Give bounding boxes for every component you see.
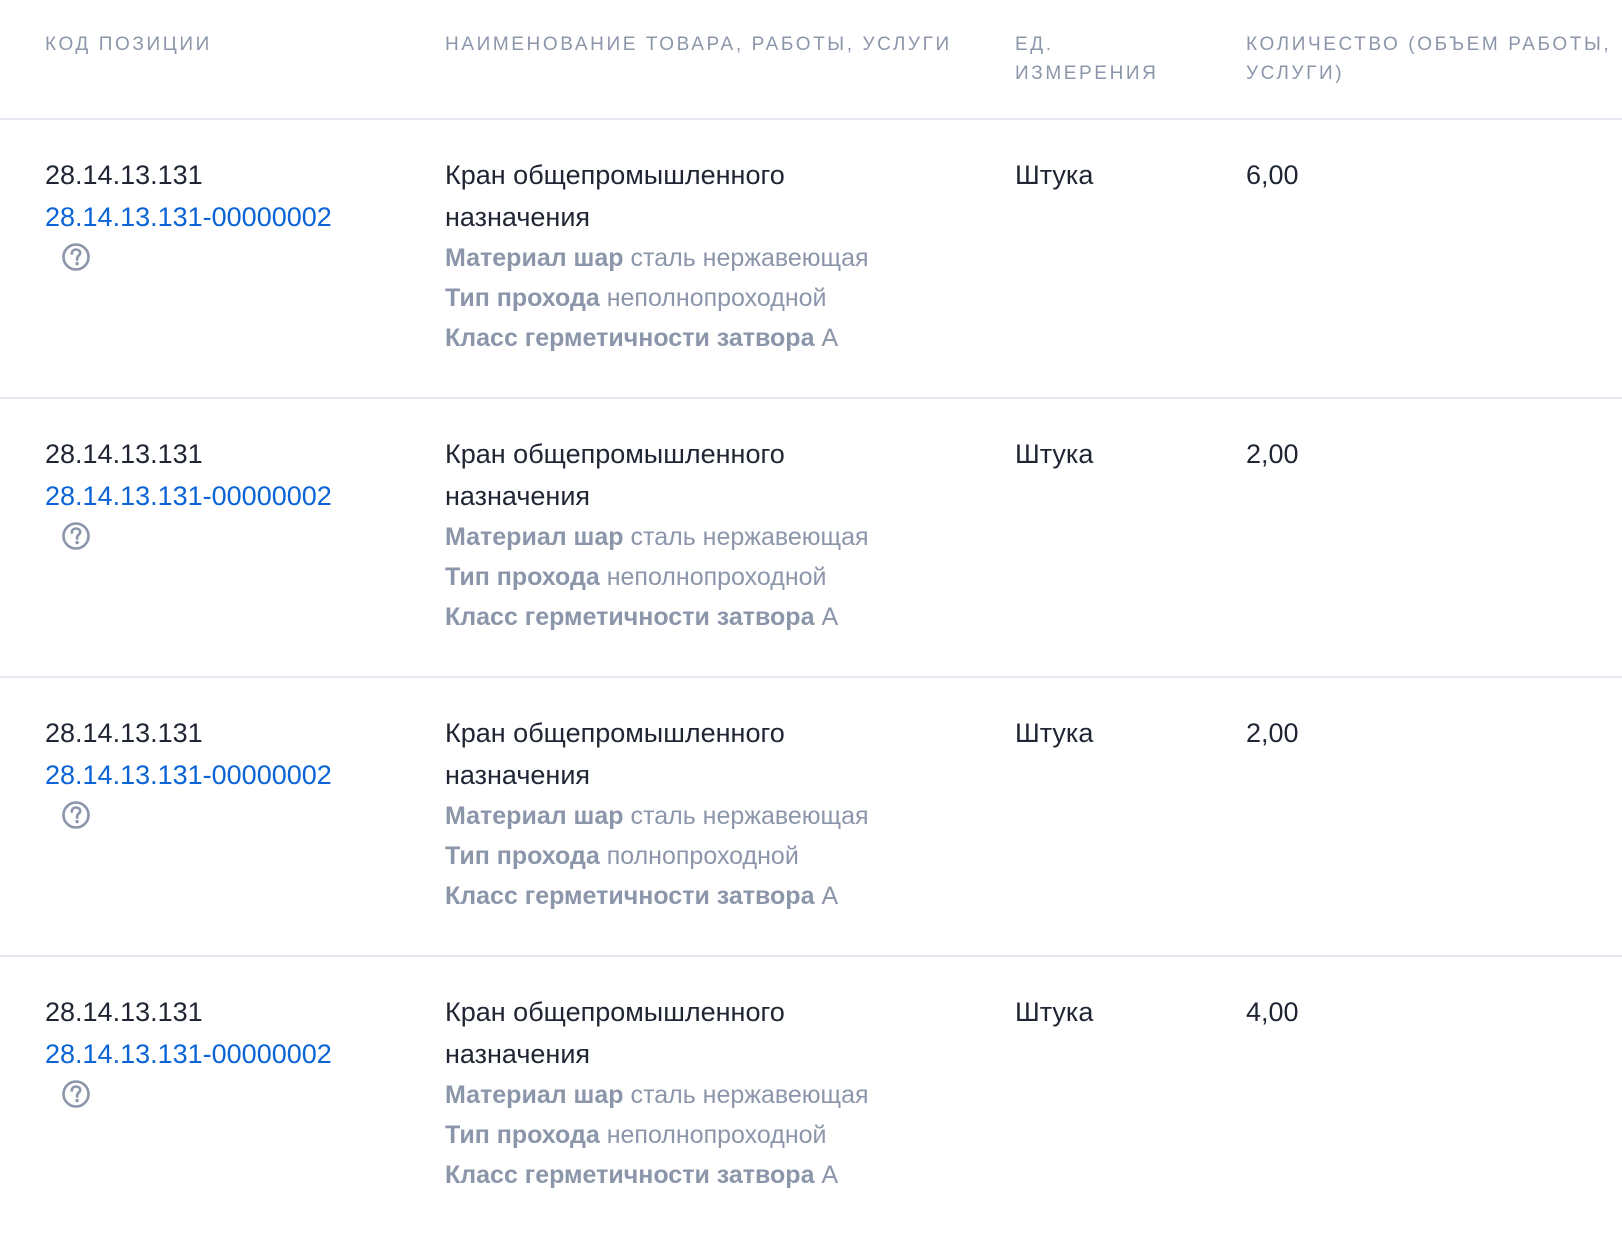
attribute-value: сталь нержавеющая [630,244,869,272]
item-name-line1: Кран общепромышленного [445,718,785,748]
item-name-line1: Кран общепромышленного [445,439,785,469]
ktru-code-link[interactable]: 28.14.13.131-00000002 [45,1033,425,1075]
attribute-label: Класс герметичности затвора [445,882,815,910]
attribute-value: сталь нержавеющая [630,523,869,551]
item-name-cell: Кран общепромышленного назначения Матери… [445,991,985,1195]
attribute-tightness-class: Класс герметичности затвора А [445,876,985,916]
unit-cell: Штука [1015,439,1094,469]
attribute-tightness-class: Класс герметичности затвора А [445,597,985,637]
attribute-bore-type: Тип прохода неполнопроходной [445,1115,985,1155]
quantity-cell: 2,00 [1246,718,1299,748]
ktru-code-link[interactable]: 28.14.13.131-00000002 [45,475,425,517]
position-code-cell: 28.14.13.131 28.14.13.131-00000002 [45,154,425,272]
item-name-cell: Кран общепромышленного назначения Матери… [445,154,985,358]
header-unit: ЕД. ИЗМЕРЕНИЯ [1015,30,1215,88]
header-unit-line1: ЕД. [1015,34,1054,55]
attribute-bore-type: Тип прохода неполнопроходной [445,278,985,318]
attribute-bore-type: Тип прохода полнопроходной [445,836,985,876]
attribute-value: сталь нержавеющая [630,1081,869,1109]
header-quantity-line1: КОЛИЧЕСТВО (ОБЪЕМ РАБОТЫ, [1246,34,1612,55]
attribute-tightness-class: Класс герметичности затвора А [445,318,985,358]
attribute-value: А [821,1161,839,1189]
attribute-label: Класс герметичности затвора [445,324,815,352]
attribute-label: Тип прохода [445,1121,600,1149]
item-name-cell: Кран общепромышленного назначения Матери… [445,433,985,637]
okpd-code: 28.14.13.131 [45,718,203,748]
table-header: КОД ПОЗИЦИИ НАИМЕНОВАНИЕ ТОВАРА, РАБОТЫ,… [0,0,1622,120]
header-unit-line2: ИЗМЕРЕНИЯ [1015,63,1159,84]
attribute-label: Материал шар [445,1081,624,1109]
question-circle-icon[interactable] [61,242,91,272]
attribute-value: неполнопроходной [606,563,827,591]
unit-cell: Штука [1015,718,1094,748]
item-name-line2: назначения [445,760,591,790]
attribute-value: полнопроходной [606,842,799,870]
ktru-code-link[interactable]: 28.14.13.131-00000002 [45,754,425,796]
positions-table: КОД ПОЗИЦИИ НАИМЕНОВАНИЕ ТОВАРА, РАБОТЫ,… [0,0,1622,1236]
attribute-bore-type: Тип прохода неполнопроходной [445,557,985,597]
attribute-value: А [821,603,839,631]
item-name-line2: назначения [445,481,591,511]
position-code-cell: 28.14.13.131 28.14.13.131-00000002 [45,712,425,830]
okpd-code: 28.14.13.131 [45,160,203,190]
attribute-label: Тип прохода [445,284,600,312]
header-quantity-line2: УСЛУГИ) [1246,63,1345,84]
attribute-label: Тип прохода [445,563,600,591]
question-circle-icon[interactable] [61,521,91,551]
position-code-cell: 28.14.13.131 28.14.13.131-00000002 [45,433,425,551]
attribute-ball-material: Материал шар сталь нержавеющая [445,517,985,557]
item-name-line1: Кран общепромышленного [445,997,785,1027]
attribute-ball-material: Материал шар сталь нержавеющая [445,1075,985,1115]
header-quantity: КОЛИЧЕСТВО (ОБЪЕМ РАБОТЫ, УСЛУГИ) [1246,30,1616,88]
attribute-value: А [821,882,839,910]
attribute-value: неполнопроходной [606,284,827,312]
table-row: 28.14.13.131 28.14.13.131-00000002 Кран … [0,957,1622,1236]
ktru-code-link[interactable]: 28.14.13.131-00000002 [45,196,425,238]
attribute-ball-material: Материал шар сталь нержавеющая [445,238,985,278]
table-row: 28.14.13.131 28.14.13.131-00000002 Кран … [0,120,1622,399]
quantity-cell: 4,00 [1246,997,1299,1027]
table-row: 28.14.13.131 28.14.13.131-00000002 Кран … [0,678,1622,957]
quantity-cell: 6,00 [1246,160,1299,190]
quantity-cell: 2,00 [1246,439,1299,469]
table-row: 28.14.13.131 28.14.13.131-00000002 Кран … [0,399,1622,678]
attribute-label: Материал шар [445,244,624,272]
attribute-value: неполнопроходной [606,1121,827,1149]
question-circle-icon[interactable] [61,1079,91,1109]
attribute-label: Материал шар [445,802,624,830]
item-name-line2: назначения [445,202,591,232]
item-name-cell: Кран общепромышленного назначения Матери… [445,712,985,916]
header-name: НАИМЕНОВАНИЕ ТОВАРА, РАБОТЫ, УСЛУГИ [445,34,952,55]
attribute-label: Класс герметичности затвора [445,1161,815,1189]
attribute-value: А [821,324,839,352]
question-circle-icon[interactable] [61,800,91,830]
unit-cell: Штука [1015,997,1094,1027]
attribute-label: Тип прохода [445,842,600,870]
attribute-tightness-class: Класс герметичности затвора А [445,1155,985,1195]
position-code-cell: 28.14.13.131 28.14.13.131-00000002 [45,991,425,1109]
attribute-ball-material: Материал шар сталь нержавеющая [445,796,985,836]
attribute-label: Класс герметичности затвора [445,603,815,631]
item-name-line1: Кран общепромышленного [445,160,785,190]
item-name-line2: назначения [445,1039,591,1069]
attribute-value: сталь нержавеющая [630,802,869,830]
unit-cell: Штука [1015,160,1094,190]
okpd-code: 28.14.13.131 [45,439,203,469]
okpd-code: 28.14.13.131 [45,997,203,1027]
header-code: КОД ПОЗИЦИИ [45,34,212,55]
attribute-label: Материал шар [445,523,624,551]
